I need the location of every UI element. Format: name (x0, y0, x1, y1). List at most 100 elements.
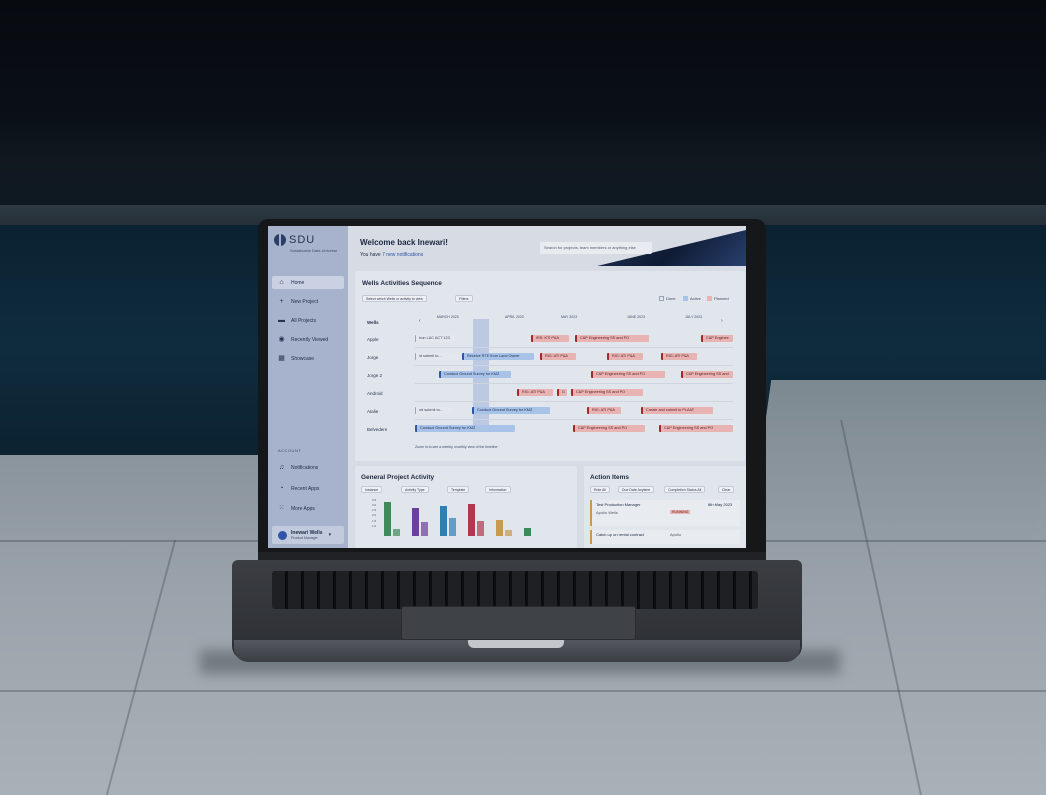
legend-swatch (659, 296, 664, 301)
action-filter[interactable]: Completion Status All (664, 486, 706, 493)
row-divider (415, 419, 733, 420)
row-divider (415, 365, 733, 366)
account-section-label: ACCOUNT (278, 448, 302, 453)
activity-bar[interactable]: Receive RTE from Land Owner (462, 353, 534, 360)
activity-bar-mark[interactable] (505, 529, 512, 536)
activity-bar[interactable]: Conduct Ground Survey for KMZ (439, 371, 511, 378)
activity-bar[interactable]: RIG: ATI P&A (517, 389, 553, 396)
activity-bar-chart: 3.5 3.0 2.5 2.0 1.5 1.0 (366, 494, 556, 548)
sidebar-item-all-projects[interactable]: ▬ All Projects (272, 314, 344, 327)
sidebar-item-label: All Projects (291, 317, 317, 324)
activity-filter[interactable]: Information (485, 486, 511, 493)
activity-bar-mark[interactable] (421, 521, 428, 536)
sidebar: SDU Sustainable Data Universe ⌂ Home + N… (268, 226, 348, 548)
wells-sequence-card: Wells Activities Sequence Select which W… (355, 271, 745, 461)
activity-bar[interactable]: C&P Engineering SS and (681, 371, 733, 378)
activity-bar-mark[interactable] (468, 504, 475, 536)
action-filter[interactable]: Role All (590, 486, 610, 493)
action-item[interactable]: Catch up on rental contract Apollo (590, 530, 740, 544)
well-label[interactable]: Jorge (367, 355, 378, 360)
activity-filter[interactable]: Template (447, 486, 470, 493)
sidebar-item-showcase[interactable]: ▦ Showcase (272, 352, 344, 365)
clear-filters-button[interactable]: Clear (718, 486, 735, 493)
action-title: Test Production Manager (596, 502, 641, 507)
well-label[interactable]: Jorge 2 (367, 373, 382, 378)
activity-bar-mark[interactable] (496, 519, 503, 536)
activity-bar[interactable]: nd submit to... (415, 407, 453, 414)
user-menu[interactable]: Inewari Wells Product Manager ▾ (272, 526, 344, 544)
filters-button[interactable]: Filters (455, 295, 473, 302)
row-divider (415, 347, 733, 348)
project-activity-title: General Project Activity (361, 474, 435, 481)
activity-bar[interactable]: C&P Engineering SS and PO (573, 425, 645, 432)
legend-planned: Planned (707, 296, 729, 301)
month-label: MARCH 2023 (437, 315, 459, 319)
laptop-notch (468, 640, 564, 648)
home-icon: ⌂ (279, 279, 284, 286)
sidebar-item-label: New Project (291, 298, 318, 305)
activity-bar[interactable]: RIG: ATI P&A (661, 353, 697, 360)
sidebar-item-notifications[interactable]: ♫ Notifications (272, 461, 344, 474)
sidebar-item-label: More Apps (291, 505, 315, 512)
sidebar-item-home[interactable]: ⌂ Home (272, 276, 344, 289)
activity-bar-mark[interactable] (449, 517, 456, 536)
y-tick-label: 3.5 (372, 498, 377, 502)
activity-bar[interactable]: Create and submit to PLAAT (641, 407, 713, 414)
tile-line (0, 690, 1046, 692)
chevron-right-icon[interactable]: › (721, 318, 723, 324)
timeline-hint: Zoom in to see a weekly, monthly view of… (415, 445, 498, 449)
plus-icon: + (279, 298, 284, 305)
notification-summary: You have 7 new notifications (360, 252, 423, 258)
chevron-left-icon[interactable]: ‹ (419, 318, 421, 324)
row-divider (415, 401, 733, 402)
activity-bar[interactable]: IRS: KTI P&A (531, 335, 569, 342)
activity-bar[interactable]: Conduct Ground Survey for KMZ (472, 407, 550, 414)
activity-bar-mark[interactable] (477, 520, 484, 536)
sidebar-item-recently-viewed[interactable]: ◉ Recently Viewed (272, 333, 344, 346)
eye-icon: ◉ (278, 336, 285, 343)
sidebar-item-recent-apps[interactable]: ◔ Recent Apps (272, 482, 344, 495)
activity-bar[interactable]: C&P Engineering SS and PO (575, 335, 649, 342)
page-title: Welcome back Inewari! (360, 238, 448, 247)
notifications-link[interactable]: 7 new notifications (382, 252, 423, 258)
logo-mark-icon (274, 234, 286, 246)
well-label[interactable]: Android (367, 391, 383, 396)
laptop-trackpad (401, 606, 636, 640)
activity-bar[interactable]: id submit to... (415, 353, 459, 360)
sidebar-item-more-apps[interactable]: ⁙ More Apps (272, 502, 344, 515)
action-item[interactable]: Test Production Manager Apollo Wells RUN… (590, 500, 740, 526)
well-label[interactable]: Atalie (367, 409, 378, 414)
activity-bar-mark[interactable] (384, 502, 391, 536)
activity-bar[interactable]: Iron L&C ACT 123 (415, 335, 455, 342)
activity-bar[interactable]: C&P Engineering SS and PO (659, 425, 733, 432)
folder-icon: ▬ (278, 317, 285, 324)
activity-bar[interactable]: G (557, 389, 567, 396)
activity-bar[interactable]: C&P Engineering SS and PO (591, 371, 665, 378)
activity-bar[interactable]: C&P Engineering SS and PO (571, 389, 643, 396)
y-tick-label: 2.0 (372, 513, 377, 518)
activity-bar-mark[interactable] (440, 506, 447, 536)
activity-filter[interactable]: Activity Type (401, 486, 429, 493)
legend-label: Done (666, 296, 676, 301)
logo[interactable]: SDU (274, 234, 315, 246)
wells-filter-select[interactable]: Select which Wells or activity to view (362, 295, 427, 302)
sidebar-item-new-project[interactable]: + New Project (272, 295, 344, 308)
search-input[interactable]: Search for projects, team members or any… (540, 242, 652, 254)
activity-bar-mark[interactable] (524, 527, 531, 536)
activity-bar[interactable]: RIG: ATI P&A (540, 353, 576, 360)
sidebar-item-label: Notifications (291, 464, 319, 471)
activity-bar[interactable]: C&P Enginee (701, 335, 733, 342)
well-label[interactable]: Apple (367, 337, 379, 342)
activity-bar-mark[interactable] (412, 508, 419, 536)
apps-icon: ⁙ (278, 505, 285, 512)
legend-label: Active (690, 296, 701, 301)
action-filter[interactable]: Due Date Anytime (618, 486, 655, 493)
activity-bar[interactable]: RIG: ATI P&A (607, 353, 643, 360)
action-subtitle: Apollo Wells (596, 510, 618, 515)
activity-bar-mark[interactable] (393, 528, 400, 536)
well-label[interactable]: Belvedere (367, 427, 387, 432)
legend-label: Planned (714, 296, 729, 301)
activity-filter[interactable]: Instance (361, 486, 383, 493)
activity-bar[interactable]: RIG: ATI P&A (587, 407, 621, 414)
activity-bar[interactable]: Conduct Ground Survey for KMZ (415, 425, 515, 432)
